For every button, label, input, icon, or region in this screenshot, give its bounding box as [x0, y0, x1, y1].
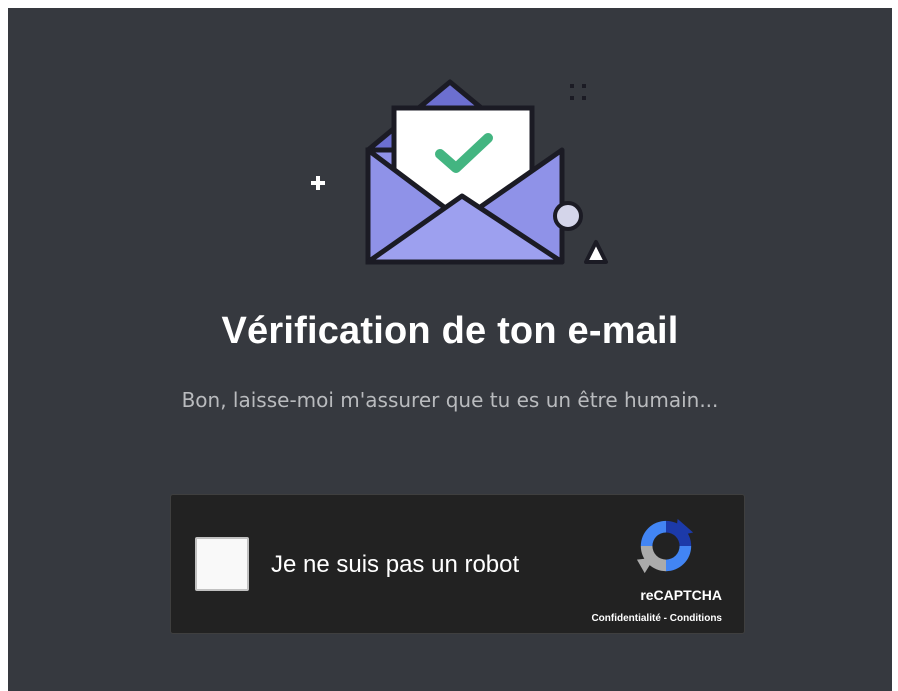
robot-checkbox-label: Je ne suis pas un robot: [271, 551, 520, 578]
recaptcha-brand: reCAPTCHA: [640, 587, 722, 603]
page-subtitle: Bon, laisse-moi m'assurer que tu es un ê…: [181, 388, 719, 412]
recaptcha-links: Confidentialité - Conditions: [591, 613, 722, 624]
robot-checkbox[interactable]: [195, 537, 249, 591]
verification-page: Vérification de ton e-mail Bon, laisse-m…: [8, 8, 892, 691]
recaptcha-widget: Je ne suis pas un robot reCAPTCHA Confid…: [170, 494, 745, 634]
privacy-link[interactable]: Confidentialité: [591, 613, 660, 624]
terms-link[interactable]: Conditions: [670, 613, 722, 624]
recaptcha-logo-icon: [636, 518, 694, 574]
envelope-check-icon: [311, 79, 608, 265]
circle-decoration: [553, 201, 583, 231]
links-separator: -: [660, 613, 670, 624]
dots-icon: [570, 84, 586, 100]
triangle-decoration: [584, 240, 608, 264]
sparkle-icon: [311, 176, 325, 190]
page-title: Vérification de ton e-mail: [221, 310, 679, 352]
